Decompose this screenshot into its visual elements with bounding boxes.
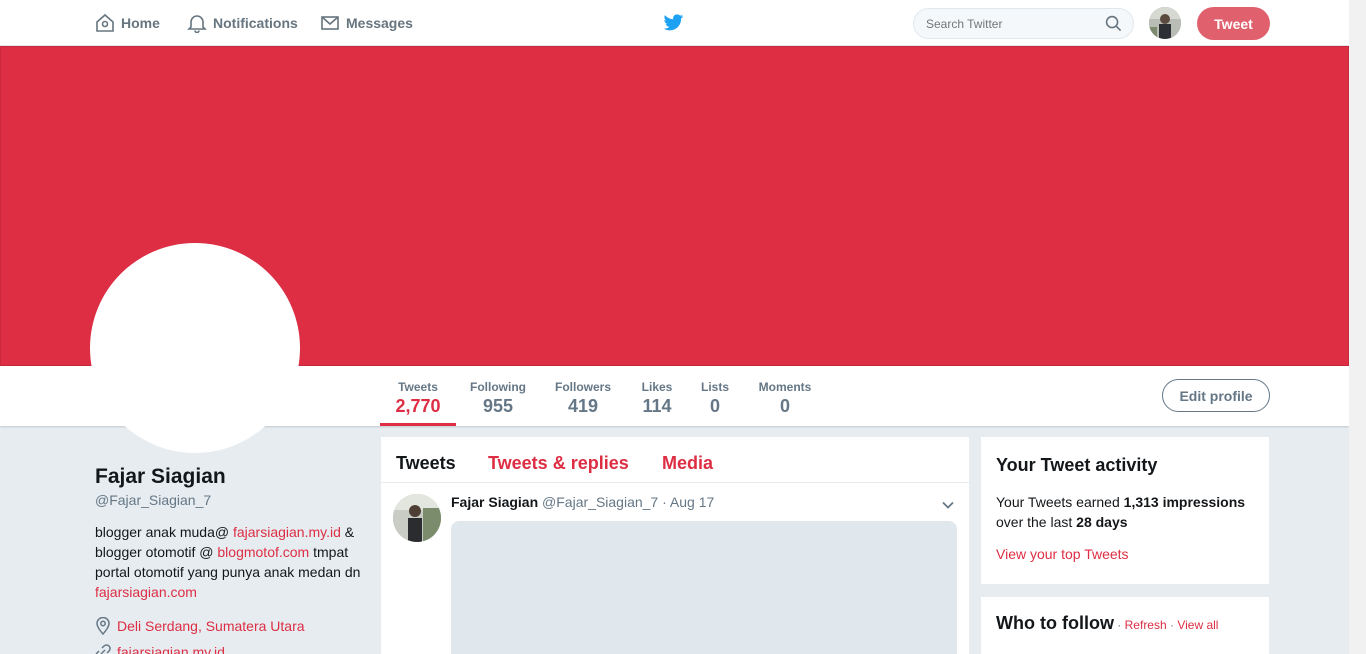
stat-value: 0 [709,396,720,416]
location-pin-icon [96,617,110,635]
tab-tweets-and-replies[interactable]: Tweets & replies [488,453,629,474]
home-icon [96,13,114,32]
tweet-button[interactable]: Tweet [1197,7,1270,40]
website-link[interactable]: fajarsiagian.my.id [117,644,225,654]
avatar-photo [393,494,441,542]
top-navigation-bar: Home Notifications Messages Tweet [0,0,1349,46]
stat-label: Followers [554,380,611,394]
stat-followers[interactable]: Followers 419 [553,366,613,426]
separator: · [1113,618,1125,632]
activity-title: Your Tweet activity [996,455,1158,475]
search-input[interactable] [913,8,1134,39]
separator: · [1166,618,1178,632]
stat-tweets[interactable]: Tweets 2,770 [380,366,456,426]
twitter-bird-logo-icon[interactable] [663,13,684,33]
stat-value: 2,770 [395,396,441,416]
profile-website: fajarsiagian.my.id [95,644,225,654]
nav-notifications[interactable]: Notifications [187,0,298,46]
profile-avatar[interactable] [90,243,300,453]
tweet-author-handle: @Fajar_Siagian_7 [542,494,659,510]
bio-link[interactable]: blogmotof.com [217,544,309,560]
view-all-link[interactable]: View all [1177,618,1218,632]
stat-value: 955 [482,396,514,416]
timeline-tabs: Tweets Tweets & replies Media [381,437,969,483]
tweet-author-avatar[interactable] [393,494,441,542]
stat-moments[interactable]: Moments 0 [754,366,816,426]
tweet-timestamp[interactable]: Aug 17 [670,494,714,510]
activity-text: Your Tweets earned [996,494,1124,510]
activity-impressions: 1,313 impressions [1123,494,1246,510]
tweet-item[interactable]: Fajar Siagian @Fajar_Siagian_7 · Aug 17 [381,484,969,654]
bio-text: blogger anak muda@ [95,524,233,540]
activity-summary: Your Tweets earned 1,313 impressions ove… [996,492,1254,532]
nav-messages[interactable]: Messages [320,0,413,46]
stat-label: Tweets [398,380,438,394]
stat-likes[interactable]: Likes 114 [637,366,677,426]
search-icon[interactable] [1105,15,1122,32]
stat-value: 419 [567,396,599,416]
bio-link[interactable]: fajarsiagian.my.id [233,524,341,540]
tweet-header: Fajar Siagian @Fajar_Siagian_7 · Aug 17 [451,494,714,510]
refresh-link[interactable]: Refresh [1125,618,1167,632]
link-icon [95,644,111,654]
stat-label: Moments [758,380,812,394]
stat-label: Likes [641,380,673,394]
location-link[interactable]: Deli Serdang, Sumatera Utara [117,618,305,634]
tab-tweets[interactable]: Tweets [396,453,456,474]
avatar-photo [1149,7,1181,39]
edit-profile-button[interactable]: Edit profile [1162,379,1270,412]
profile-name[interactable]: Fajar Siagian [95,465,226,489]
bell-icon [187,15,207,33]
tweet-author-name[interactable]: Fajar Siagian [451,494,538,510]
chevron-down-icon[interactable] [941,498,955,512]
tab-media[interactable]: Media [662,453,713,474]
tweet-activity-card: Your Tweet activity Your Tweets earned 1… [981,437,1269,584]
stat-label: Following [470,380,526,394]
profile-handle: @Fajar_Siagian_7 [95,492,212,508]
nav-messages-label: Messages [346,15,413,31]
account-avatar[interactable] [1149,7,1181,39]
page-scrollbar[interactable] [1349,0,1366,654]
timeline: Tweets Tweets & replies Media Fajar Siag… [381,437,969,654]
bio-link[interactable]: fajarsiagian.com [95,584,197,600]
stat-lists[interactable]: Lists 0 [698,366,732,426]
who-to-follow-card: Who to follow · Refresh · View all [981,597,1269,654]
stat-following[interactable]: Following 955 [466,366,530,426]
tweet-media[interactable] [451,521,957,654]
nav-home[interactable]: Home [95,0,160,46]
profile-bio: blogger anak muda@ fajarsiagian.my.id & … [95,522,365,602]
activity-days: 28 days [1076,514,1128,530]
activity-text: over the last [996,514,1077,530]
tweet-separator: · [658,494,670,510]
nav-home-label: Home [121,15,160,31]
nav-notifications-label: Notifications [213,15,298,31]
stat-value: 0 [779,396,790,416]
profile-location: Deli Serdang, Sumatera Utara [95,617,305,635]
view-top-tweets-link[interactable]: View your top Tweets [996,546,1254,562]
stat-value: 114 [642,396,672,416]
envelope-icon [321,16,339,30]
stat-label: Lists [700,380,729,394]
who-to-follow-title: Who to follow [996,613,1114,633]
